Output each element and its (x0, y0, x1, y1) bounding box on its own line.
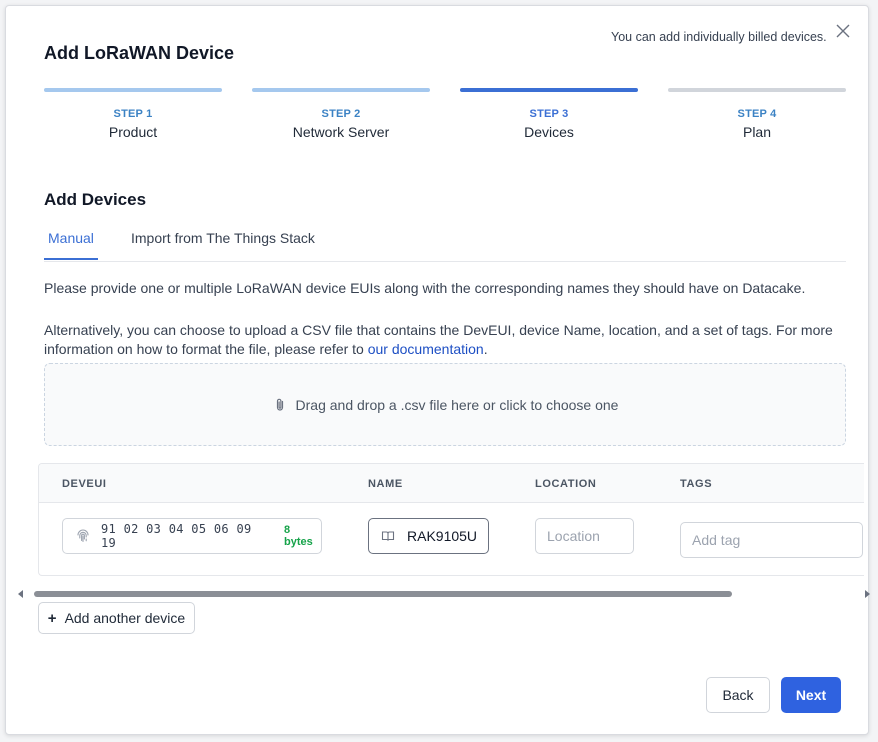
csv-instructions-after: . (483, 341, 488, 357)
csv-dropzone[interactable]: Drag and drop a .csv file here or click … (44, 363, 846, 446)
header-tags: TAGS (680, 478, 713, 490)
devices-table: DEVEUI NAME LOCATION TAGS 91 02 03 04 05… (38, 463, 864, 576)
step-label: Product (108, 124, 158, 140)
step-bar (668, 88, 846, 92)
header-location: LOCATION (535, 478, 597, 490)
step-devices[interactable]: STEP 3 Devices (460, 88, 638, 140)
header-deveui: DEVEUI (62, 478, 107, 490)
dropzone-text: Drag and drop a .csv file here or click … (295, 396, 619, 413)
scroll-left-arrow-icon[interactable] (18, 590, 23, 598)
modal-title: Add LoRaWAN Device (44, 43, 235, 63)
close-icon (836, 24, 850, 38)
section-title: Add Devices (44, 190, 147, 209)
tab-manual[interactable]: Manual (44, 230, 98, 260)
step-number: STEP 2 (321, 108, 361, 120)
location-input[interactable] (535, 518, 634, 554)
tab-bar: Manual Import from The Things Stack (44, 224, 846, 262)
instructions-text: Please provide one or multiple LoRaWAN d… (44, 280, 806, 296)
scroll-right-arrow-icon[interactable] (865, 590, 870, 598)
documentation-link[interactable]: our documentation (368, 341, 484, 357)
close-button[interactable] (835, 23, 851, 39)
header-name: NAME (368, 478, 403, 490)
csv-instructions-text: Alternatively, you can choose to upload … (44, 321, 844, 359)
back-button[interactable]: Back (706, 677, 770, 713)
device-name-value: RAK9105U (407, 528, 478, 544)
step-plan[interactable]: STEP 4 Plan (668, 88, 846, 140)
step-number: STEP 1 (113, 108, 153, 120)
table-horizontal-scrollbar[interactable] (18, 588, 870, 600)
deveui-byte-count: 8 bytes (283, 524, 313, 548)
next-button[interactable]: Next (781, 677, 841, 713)
step-label: Plan (742, 124, 772, 140)
paperclip-icon (272, 397, 288, 413)
tab-import-things-stack[interactable]: Import from The Things Stack (131, 230, 315, 258)
step-label: Network Server (292, 124, 390, 140)
billing-note: You can add individually billed devices. (611, 30, 827, 44)
deveui-input[interactable]: 91 02 03 04 05 06 09 19 8 bytes (62, 518, 322, 554)
step-bar (460, 88, 638, 92)
deveui-value: 91 02 03 04 05 06 09 19 (101, 522, 252, 550)
step-label: Devices (524, 124, 574, 140)
plus-icon: + (47, 609, 57, 627)
step-number: STEP 4 (737, 108, 777, 120)
scrollbar-thumb[interactable] (34, 591, 732, 597)
tags-input[interactable] (680, 522, 863, 558)
device-name-input[interactable]: RAK9105U (368, 518, 489, 554)
table-header: DEVEUI NAME LOCATION TAGS (39, 464, 864, 503)
step-network-server[interactable]: STEP 2 Network Server (252, 88, 430, 140)
add-another-device-label: Add another device (64, 610, 186, 626)
step-bar (252, 88, 430, 92)
step-product[interactable]: STEP 1 Product (44, 88, 222, 140)
book-icon (381, 529, 395, 543)
table-row: 91 02 03 04 05 06 09 19 8 bytes RAK9105U (39, 503, 864, 575)
add-another-device-button[interactable]: + Add another device (38, 602, 195, 634)
stepper: STEP 1 Product STEP 2 Network Server STE… (44, 88, 846, 148)
fingerprint-icon (75, 528, 91, 544)
step-number: STEP 3 (529, 108, 569, 120)
step-bar (44, 88, 222, 92)
